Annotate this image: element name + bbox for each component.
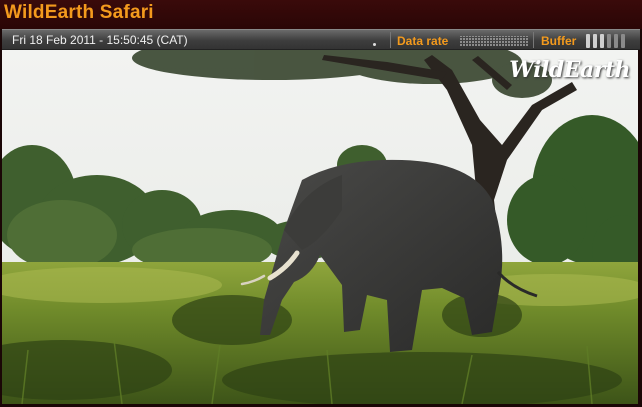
- buffer-bar: [586, 34, 590, 48]
- video-frame[interactable]: WildEarth: [2, 50, 638, 404]
- status-bar: Fri 18 Feb 2011 - 15:50:45 (CAT) Data ra…: [2, 29, 640, 50]
- buffer-bar: [607, 34, 611, 48]
- buffer-bar: [600, 34, 604, 48]
- buffer-bar: [621, 34, 625, 48]
- activity-indicator-icon: [373, 43, 376, 46]
- divider: [533, 32, 534, 48]
- video-scene-image: [2, 50, 638, 404]
- timestamp: Fri 18 Feb 2011 - 15:50:45 (CAT): [12, 33, 188, 47]
- app-title: WildEarth Safari: [4, 2, 154, 23]
- data-rate-meter: [460, 36, 528, 46]
- buffer-bar: [593, 34, 597, 48]
- wildearth-watermark-logo: WildEarth: [509, 57, 630, 83]
- buffer-bar: [614, 34, 618, 48]
- buffer-label: Buffer: [541, 34, 577, 48]
- title-bar: WildEarth Safari: [0, 0, 642, 29]
- divider: [390, 32, 391, 48]
- video-player: WildEarth Safari Fri 18 Feb 2011 - 15:50…: [0, 0, 642, 407]
- buffer-meter: [586, 34, 625, 48]
- data-rate-label: Data rate: [397, 34, 449, 48]
